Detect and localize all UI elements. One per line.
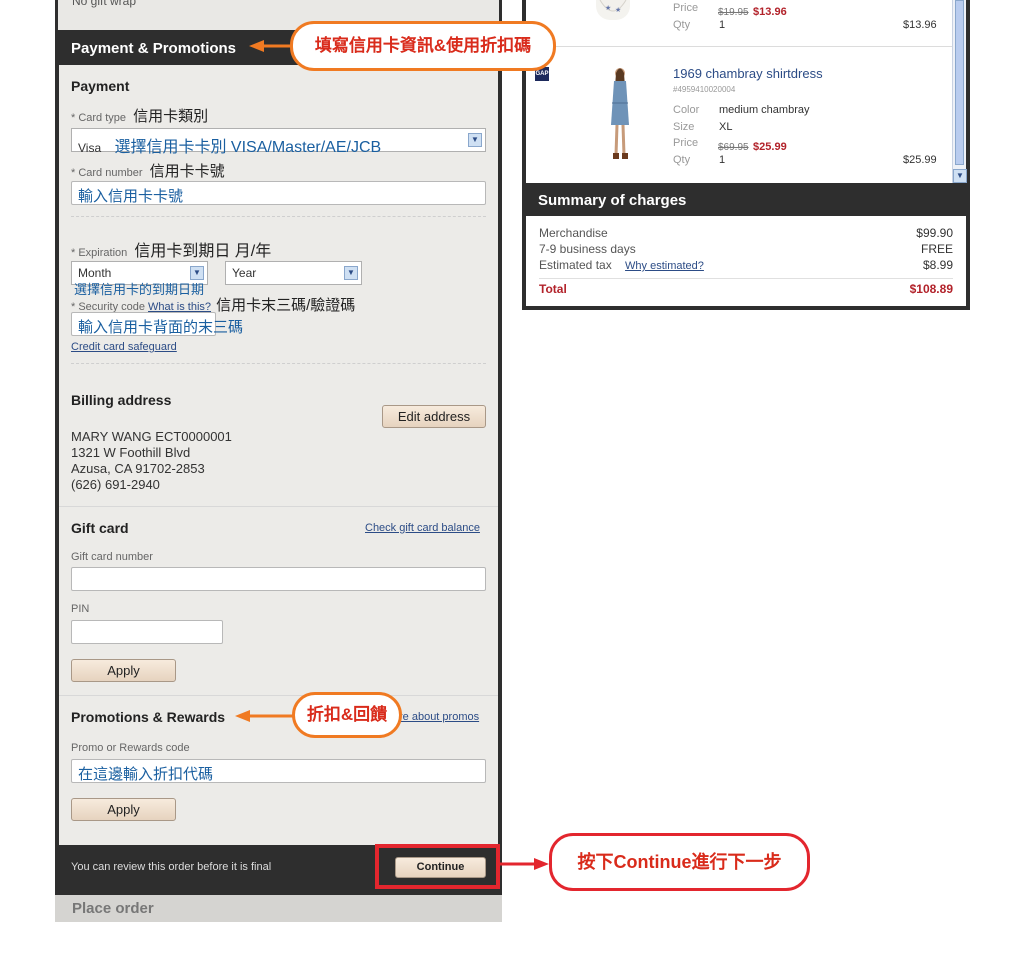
promo-callout: 折扣&回饋 [292,692,402,738]
arrow-head-icon [235,710,250,722]
payment-callout: 填寫信用卡資訊&使用折扣碼 [290,21,556,71]
arrow-head-icon [534,858,549,870]
annotation-arrows [235,40,549,889]
continue-highlight-box [375,844,500,889]
continue-callout: 按下Continue進行下一步 [549,833,810,891]
arrow-head-icon [249,40,264,52]
